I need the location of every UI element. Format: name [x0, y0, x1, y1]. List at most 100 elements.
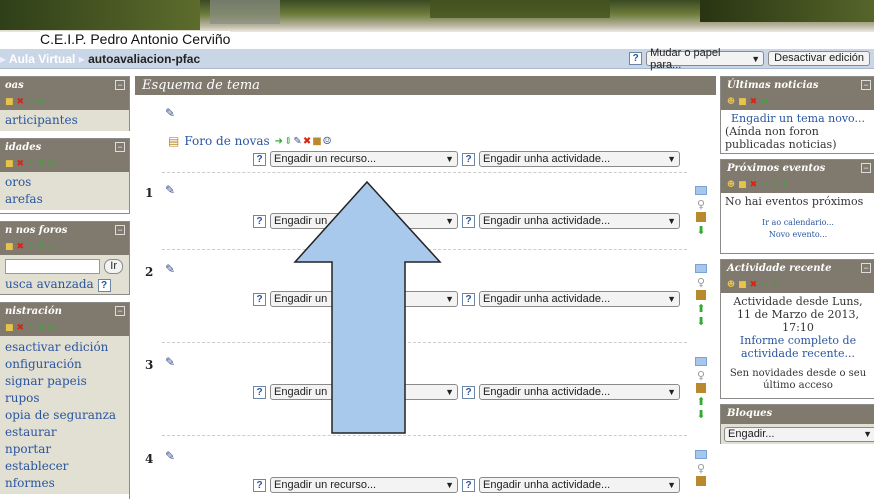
help-icon[interactable]: ?: [629, 52, 643, 65]
add-resource-value: Engadir un recurso...: [274, 153, 377, 165]
highlight-bulb-icon[interactable]: ♀: [694, 462, 708, 475]
collapse-icon[interactable]: −: [115, 80, 125, 90]
block-edit-icons[interactable]: ■✖⇩⇨: [0, 96, 129, 110]
breadcrumb: ▸ Aula Virtual ▸ autoavaliacion-pfac: [0, 52, 200, 66]
chevron-down-icon: ▼: [667, 387, 676, 397]
add-news-topic-link[interactable]: Engadir un tema novo...: [725, 112, 871, 125]
help-icon[interactable]: ?: [462, 292, 475, 306]
collapse-icon[interactable]: −: [115, 225, 125, 235]
block-edit-icons[interactable]: ■✖⇧⇩⇨: [0, 322, 129, 336]
admin-link-reset[interactable]: establecer: [5, 458, 123, 475]
block-edit-icons[interactable]: ☻■✖⇦⇩: [721, 96, 874, 110]
edit-summary-icon[interactable]: ✎: [165, 106, 175, 120]
help-icon[interactable]: ?: [253, 214, 266, 228]
section-tools-1[interactable]: ♀ ⬇: [694, 186, 708, 237]
add-resource-select[interactable]: Engadir un recurso... ▼: [270, 151, 458, 167]
hide-section-icon[interactable]: [696, 212, 706, 222]
collapse-icon[interactable]: −: [861, 80, 871, 90]
help-icon[interactable]: ?: [97, 279, 111, 292]
hide-section-icon[interactable]: [696, 476, 706, 486]
edit-summary-icon[interactable]: ✎: [165, 183, 175, 197]
edit-summary-icon[interactable]: ✎: [165, 262, 175, 276]
move-down-icon[interactable]: ⬇: [694, 315, 708, 328]
admin-link-import[interactable]: nportar: [5, 441, 123, 458]
move-down-icon[interactable]: ⬇: [694, 224, 708, 237]
admin-link-settings[interactable]: onfiguración: [5, 356, 123, 373]
chevron-down-icon: ▼: [751, 53, 761, 64]
collapse-icon[interactable]: −: [861, 263, 871, 273]
forum-search-input[interactable]: [5, 259, 101, 274]
section-divider: [162, 249, 687, 250]
hide-section-icon[interactable]: [696, 383, 706, 393]
people-block: oas − ■✖⇩⇨ articipantes: [0, 76, 130, 131]
hide-section-icon[interactable]: [696, 290, 706, 300]
add-resource-select[interactable]: Engadir un recurso... ▼: [270, 477, 458, 493]
highlight-bulb-icon[interactable]: ♀: [694, 369, 708, 382]
show-only-icon[interactable]: [695, 450, 707, 459]
block-edit-icons[interactable]: ☻■✖⇦⇧⇩: [721, 179, 874, 193]
collapse-icon[interactable]: −: [115, 142, 125, 152]
highlight-bulb-icon[interactable]: ♀: [694, 276, 708, 289]
move-up-icon[interactable]: ⬆: [694, 395, 708, 408]
help-icon[interactable]: ?: [253, 478, 266, 492]
assignments-link[interactable]: arefas: [5, 191, 123, 208]
section-tools-2[interactable]: ♀ ⬆ ⬇: [694, 264, 708, 328]
add-activity-select[interactable]: Engadir unha actividade... ▼: [479, 384, 680, 400]
show-only-icon[interactable]: [695, 186, 707, 195]
admin-link-toggle-edit[interactable]: esactivar edición: [5, 339, 123, 356]
breadcrumb-course: autoavaliacion-pfac: [88, 52, 201, 66]
participants-link[interactable]: articipantes: [5, 112, 123, 129]
block-edit-icons[interactable]: ■✖⇧⇩⇨: [0, 158, 129, 172]
add-resource-select[interactable]: Engadir un ▼: [270, 213, 458, 229]
admin-link-groups[interactable]: rupos: [5, 390, 123, 407]
news-forum-row: ▤ Foro de novas ➜⇕✎✖■☺: [168, 134, 333, 148]
help-icon[interactable]: ?: [462, 152, 475, 166]
block-edit-icons[interactable]: ■✖⇧⇩⇨: [0, 241, 129, 255]
admin-link-restore[interactable]: estaurar: [5, 424, 123, 441]
help-icon[interactable]: ?: [253, 292, 266, 306]
section-number: 1: [145, 186, 154, 200]
chevron-down-icon: ▼: [445, 387, 454, 397]
collapse-icon[interactable]: −: [861, 163, 871, 173]
role-select[interactable]: Mudar o papel para... ▼: [646, 47, 765, 71]
recent-since-text: Actividade desde Luns, 11 de Marzo de 20…: [733, 295, 863, 334]
section-tools-3[interactable]: ♀ ⬆ ⬇: [694, 357, 708, 421]
help-icon[interactable]: ?: [462, 214, 475, 228]
forums-link[interactable]: oros: [5, 174, 123, 191]
search-go-button[interactable]: Ir: [104, 259, 123, 274]
add-resource-select[interactable]: Engadir un ▼: [270, 384, 458, 400]
help-icon[interactable]: ?: [462, 385, 475, 399]
show-only-icon[interactable]: [695, 357, 707, 366]
toggle-edit-button[interactable]: Desactivar edición: [768, 51, 870, 66]
full-report-link[interactable]: Informe completo de actividade recente..…: [725, 334, 871, 360]
new-event-link[interactable]: Novo evento...: [725, 229, 871, 241]
edit-summary-icon[interactable]: ✎: [165, 355, 175, 369]
admin-link-assign-roles[interactable]: signar papeis: [5, 373, 123, 390]
calendar-link[interactable]: Ir ao calendario...: [725, 217, 871, 229]
add-block-select[interactable]: Engadir... ▼: [724, 426, 874, 442]
help-icon[interactable]: ?: [462, 478, 475, 492]
edit-summary-icon[interactable]: ✎: [165, 449, 175, 463]
add-activity-select[interactable]: Engadir unha actividade... ▼: [479, 291, 680, 307]
add-activity-select[interactable]: Engadir unha actividade... ▼: [479, 477, 680, 493]
highlight-bulb-icon[interactable]: ♀: [694, 198, 708, 211]
admin-link-backup[interactable]: opia de seguranza: [5, 407, 123, 424]
admin-link-reports[interactable]: nformes: [5, 475, 123, 492]
add-activity-select[interactable]: Engadir unha actividade... ▼: [479, 213, 680, 229]
breadcrumb-root[interactable]: Aula Virtual: [9, 52, 75, 66]
admin-block-title: nistración: [5, 306, 62, 317]
move-up-icon[interactable]: ⬆: [694, 302, 708, 315]
collapse-icon[interactable]: −: [115, 306, 125, 316]
advanced-search-link[interactable]: usca avanzada: [5, 277, 94, 291]
move-down-icon[interactable]: ⬇: [694, 408, 708, 421]
add-resource-select[interactable]: Engadir un ▼: [270, 291, 458, 307]
forum-edit-tools[interactable]: ➜⇕✎✖■☺: [275, 136, 333, 147]
add-activity-select[interactable]: Engadir unha actividade... ▼: [479, 151, 680, 167]
section-tools-4[interactable]: ♀: [694, 450, 708, 488]
help-icon[interactable]: ?: [253, 152, 266, 166]
help-icon[interactable]: ?: [253, 385, 266, 399]
block-edit-icons[interactable]: ☻■✖⇦⇧: [721, 279, 874, 293]
section-divider: [162, 172, 687, 173]
news-forum-link[interactable]: Foro de novas: [184, 134, 269, 148]
show-only-icon[interactable]: [695, 264, 707, 273]
